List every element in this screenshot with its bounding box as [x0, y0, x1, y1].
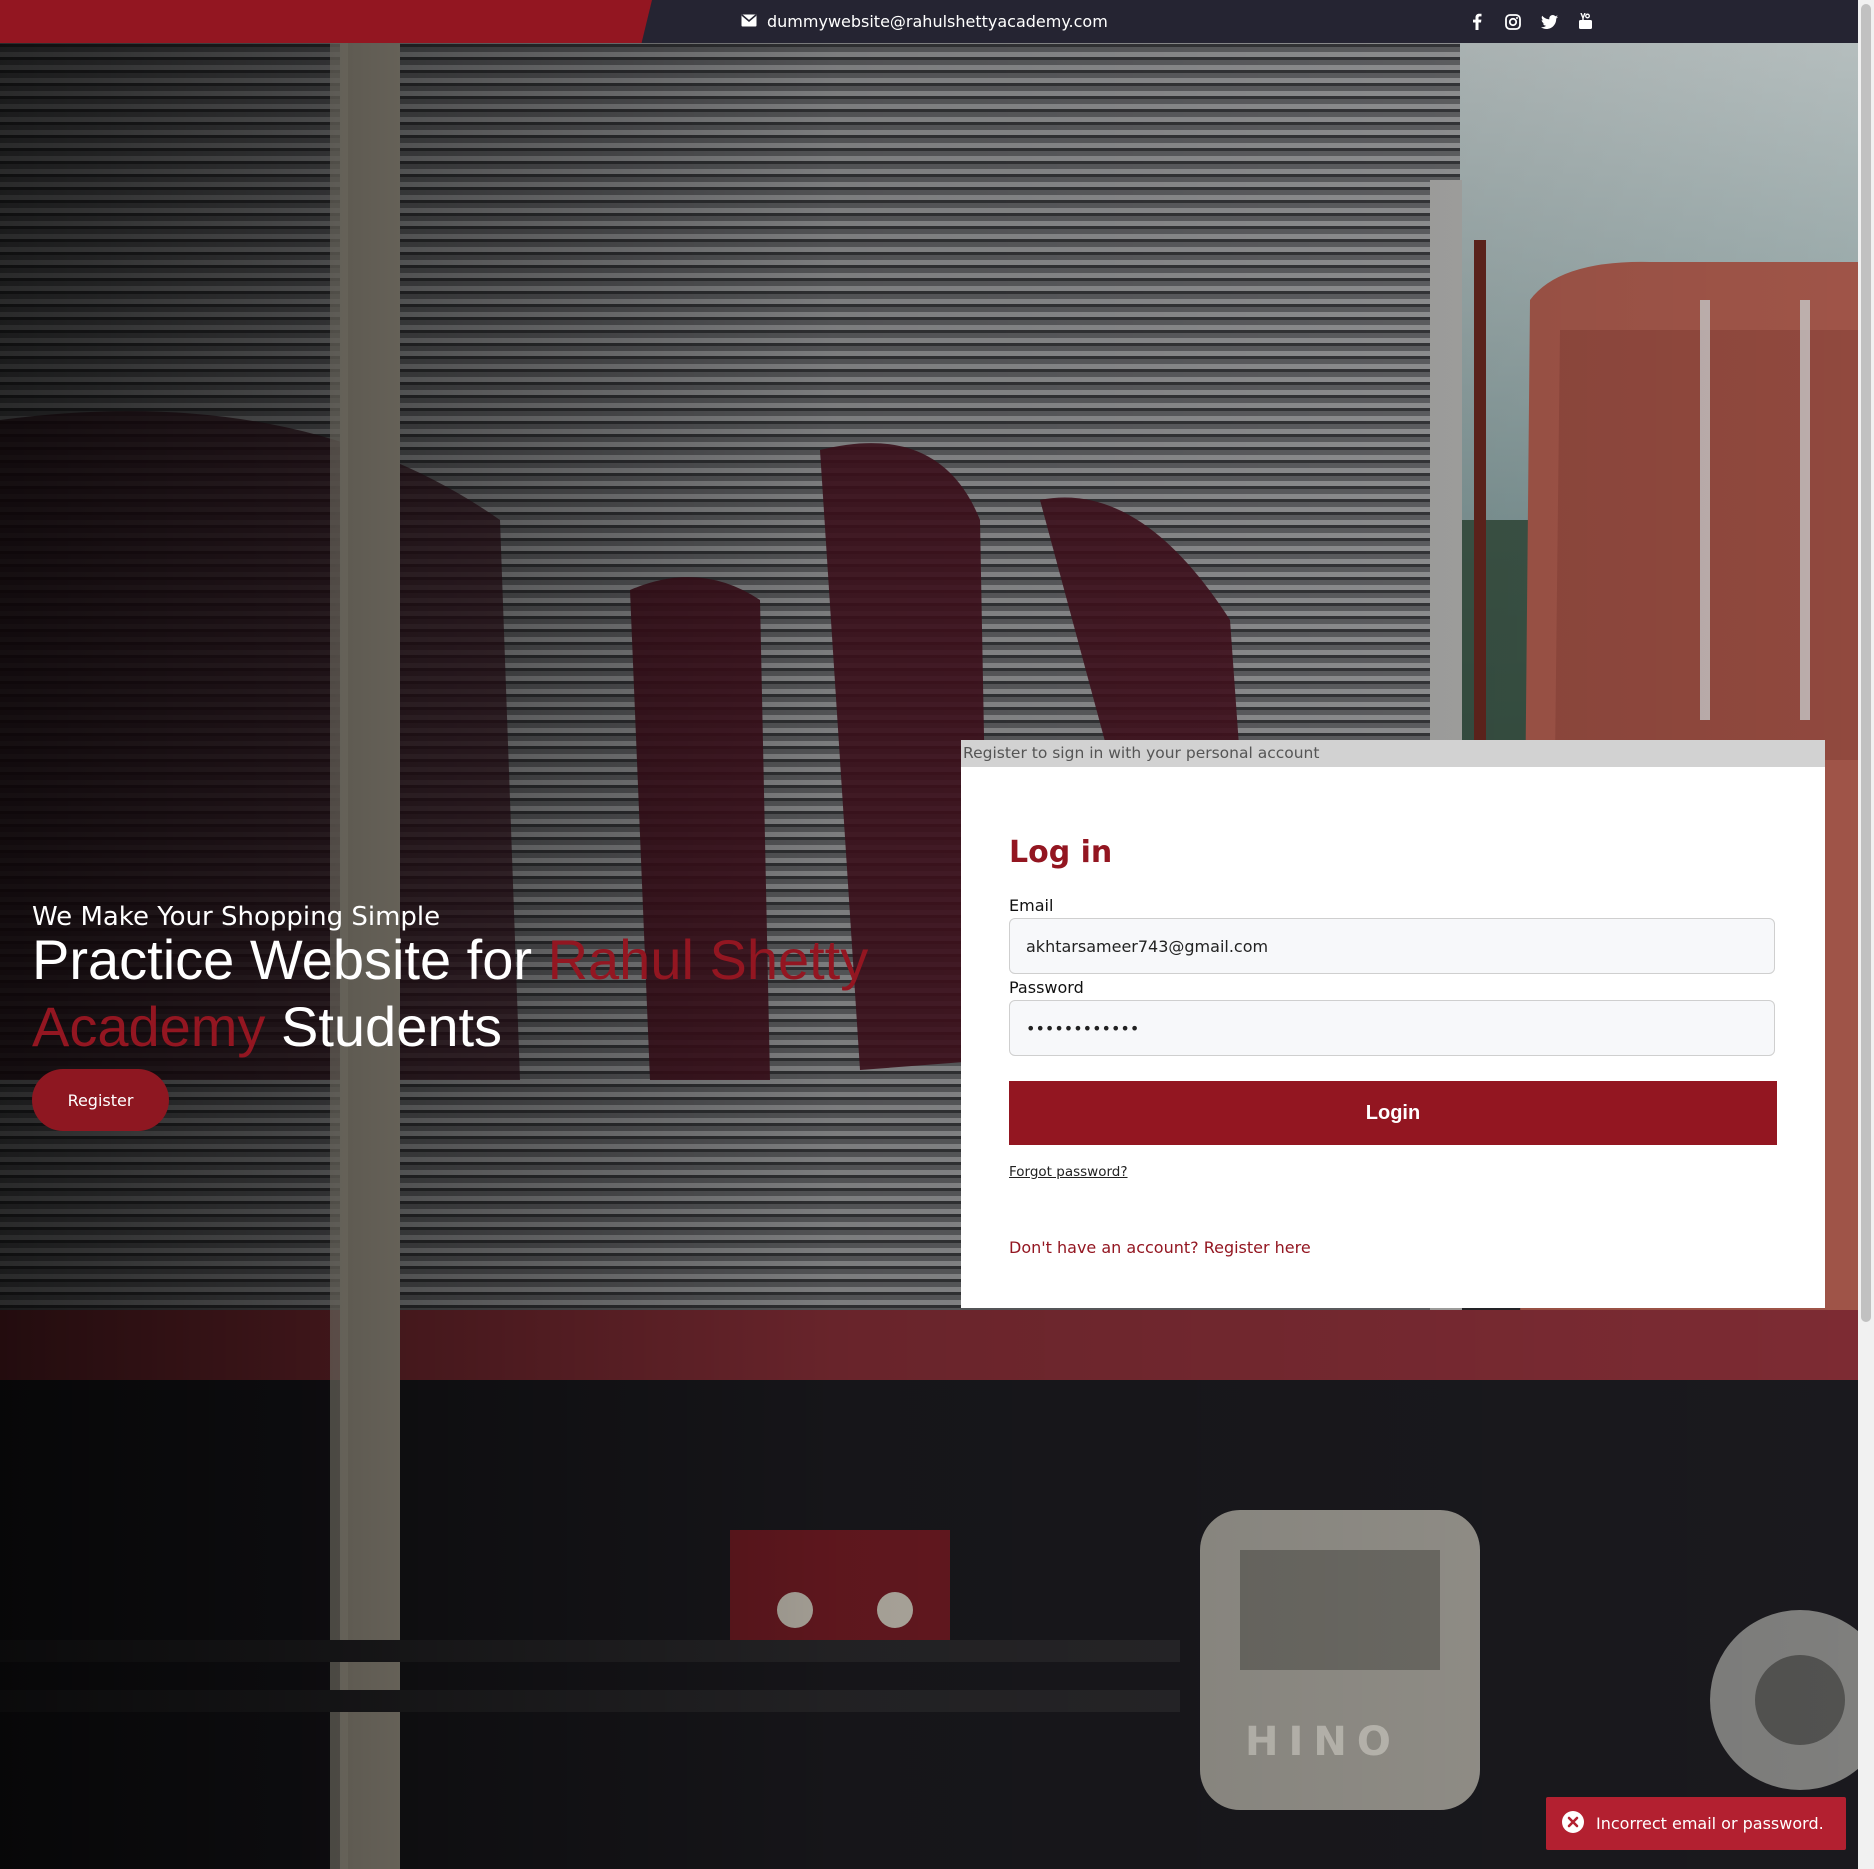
social-links	[1468, 0, 1594, 43]
forgot-password-link[interactable]: Forgot password?	[1009, 1164, 1128, 1180]
error-x-icon[interactable]	[1562, 1810, 1584, 1837]
headline-part1: Practice Website for	[32, 928, 548, 991]
login-title: Log in	[1009, 835, 1113, 870]
login-button[interactable]: Login	[1009, 1081, 1777, 1145]
youtube-icon[interactable]	[1576, 13, 1594, 31]
top-bar: dummywebsite@rahulshettyacademy.com	[0, 0, 1858, 43]
login-card-banner: Register to sign in with your personal a…	[961, 740, 1825, 767]
page-scrollbar[interactable]	[1858, 0, 1874, 1869]
password-label: Password	[1009, 978, 1084, 997]
contact-email-text: dummywebsite@rahulshettyacademy.com	[767, 12, 1108, 31]
envelope-icon	[741, 12, 757, 31]
hero-headline: Practice Website for Rahul Shetty Academ…	[32, 926, 912, 1060]
brand-stripe	[0, 0, 652, 43]
login-card: Register to sign in with your personal a…	[961, 740, 1825, 1308]
contact-email: dummywebsite@rahulshettyacademy.com	[741, 0, 1108, 43]
instagram-icon[interactable]	[1504, 13, 1522, 31]
register-here-link[interactable]: Don't have an account? Register here	[1009, 1238, 1311, 1257]
error-toast: Incorrect email or password.	[1546, 1797, 1846, 1850]
hero-register-button[interactable]: Register	[32, 1069, 169, 1131]
headline-part2: Students	[265, 995, 503, 1058]
email-label: Email	[1009, 896, 1054, 915]
scrollbar-thumb[interactable]	[1861, 4, 1871, 1322]
twitter-icon[interactable]	[1540, 13, 1558, 31]
error-toast-message: Incorrect email or password.	[1596, 1814, 1824, 1833]
email-field[interactable]: akhtarsameer743@gmail.com	[1009, 918, 1775, 974]
email-field-value: akhtarsameer743@gmail.com	[1026, 936, 1269, 956]
password-field[interactable]: ••••••••••••	[1009, 1000, 1775, 1056]
password-field-value: ••••••••••••	[1026, 1018, 1140, 1038]
facebook-icon[interactable]	[1468, 13, 1486, 31]
